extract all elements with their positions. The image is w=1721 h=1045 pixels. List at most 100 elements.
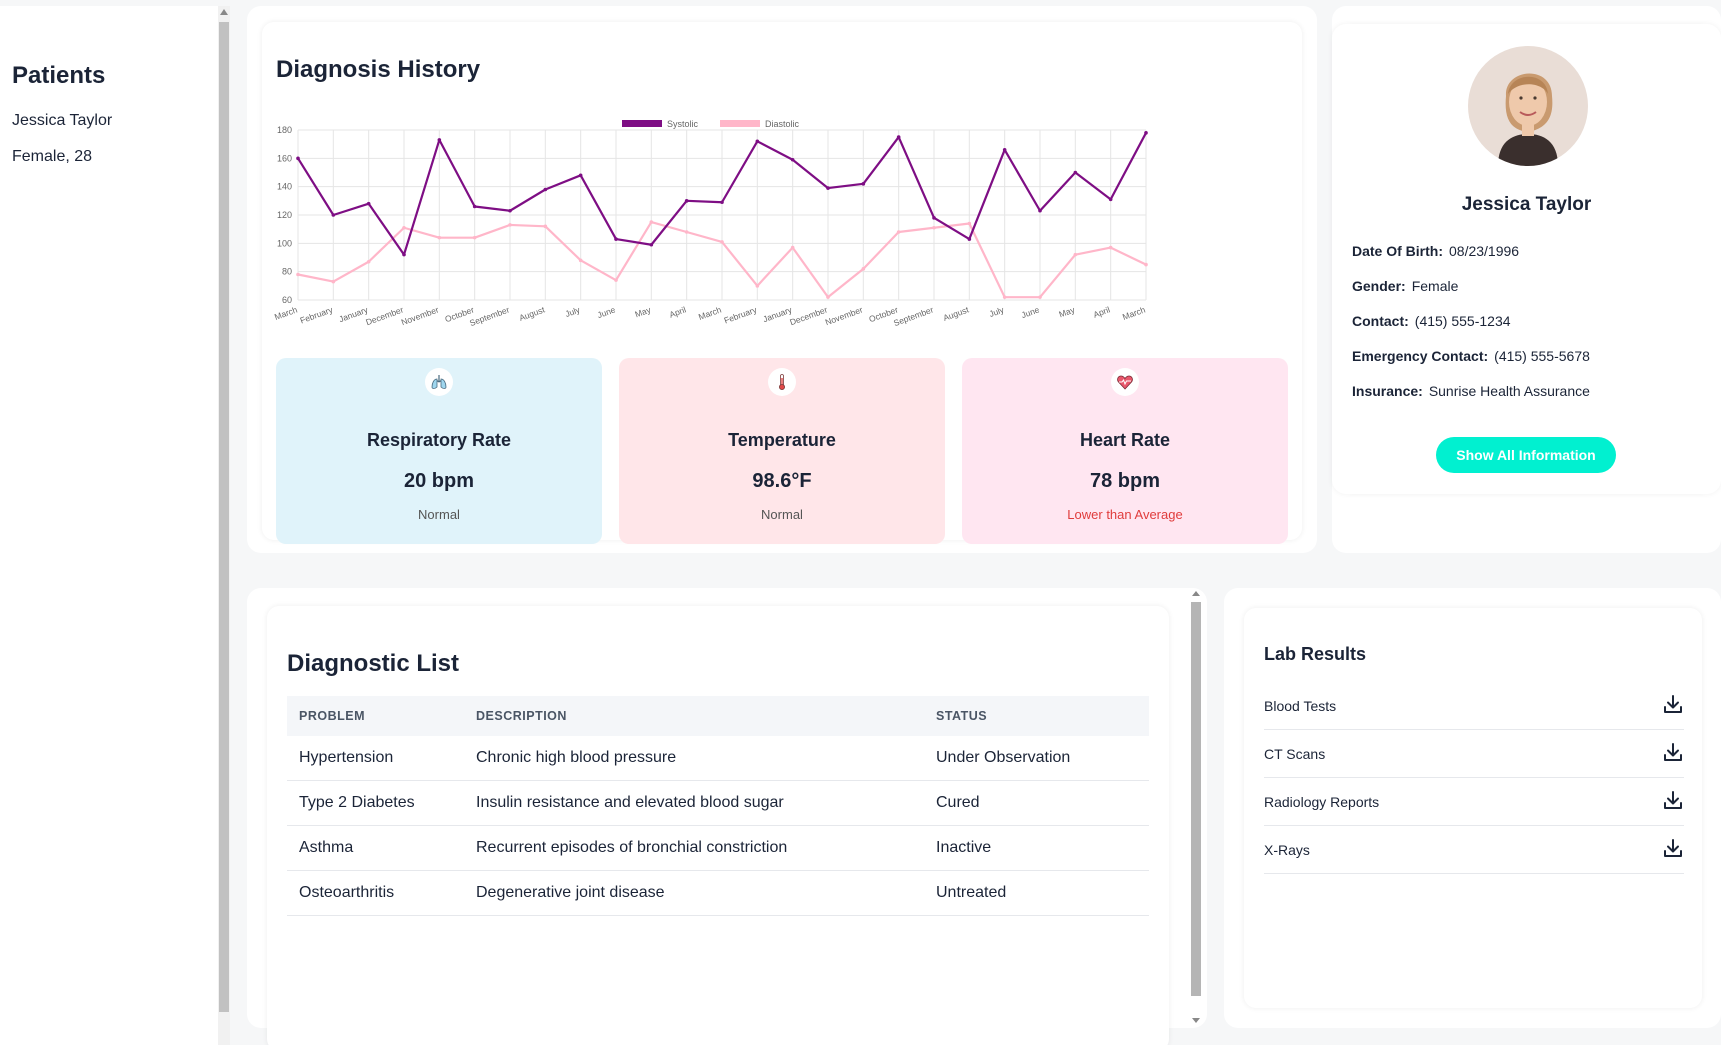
x-tick-label: November (400, 304, 440, 327)
profile-name: Jessica Taylor (1461, 194, 1592, 215)
data-point (472, 204, 477, 209)
data-point (755, 284, 760, 288)
data-point (296, 272, 300, 277)
y-tick-label: 100 (277, 238, 292, 248)
data-point (896, 135, 901, 139)
lab-results-title: Lab Results (1264, 644, 1367, 664)
cell-status: Untreated (936, 884, 1007, 901)
patient-profile-card: Jessica Taylor Date Of Birth: 08/23/1996 … (1332, 24, 1721, 494)
insurance-label: Insurance: (1352, 383, 1423, 399)
legend-label: Systolic (667, 119, 699, 129)
contact-value: (415) 555-1234 (1414, 313, 1511, 329)
emergency-label: Emergency Contact: (1352, 348, 1489, 364)
data-point (649, 242, 654, 247)
diagnosis-history-card: Diagnosis History 60 80 100 120 140 160 180 Mar… (262, 22, 1302, 544)
data-point (1038, 208, 1042, 213)
data-point (402, 225, 406, 230)
lab-result-item[interactable]: Radiology Reports (1264, 778, 1684, 826)
data-point (1108, 197, 1113, 202)
emergency-contact-row: Emergency Contact: (415) 555-5678 (1352, 348, 1590, 364)
cell-status: Under Observation (936, 749, 1071, 766)
data-point (508, 208, 512, 213)
cell-description: Insulin resistance and elevated blood su… (476, 794, 784, 811)
data-point (720, 240, 724, 244)
diagnostic-list-scrollbar[interactable] (1190, 588, 1202, 1028)
diagnostic-list-card: Diagnostic List PROBLEM DESCRIPTION STAT… (267, 606, 1169, 1045)
lab-result-label: Blood Tests (1264, 697, 1337, 714)
diagnostic-list-title: Diagnostic List (287, 650, 460, 677)
vital-status: Lower than Average (1067, 507, 1183, 522)
data-point (1002, 148, 1007, 152)
legend-label: Diastolic (765, 119, 800, 129)
y-tick-label: 140 (277, 182, 292, 192)
column-header-status: STATUS (936, 709, 988, 723)
patient-list-meta: Female, 28 (12, 148, 93, 165)
data-point (967, 221, 972, 226)
vital-status: Normal (761, 507, 803, 522)
scroll-up-arrow[interactable] (220, 9, 228, 15)
dob-value: 08/23/1996 (1449, 243, 1520, 259)
x-tick-label: August (518, 304, 547, 323)
y-tick-label: 160 (277, 153, 292, 163)
gender-label: Gender: (1352, 278, 1406, 294)
heart-rate-card: Heart Rate 78 bpm Lower than Average (962, 358, 1288, 544)
lab-result-item[interactable]: Blood Tests (1264, 682, 1684, 730)
emergency-value: (415) 555-5678 (1494, 348, 1590, 364)
cell-status: Inactive (936, 839, 992, 856)
scroll-down-arrow[interactable] (1192, 1018, 1200, 1023)
data-point (578, 173, 583, 178)
download-icon[interactable] (1662, 693, 1684, 718)
contact-row: Contact: (415) 555-1234 (1352, 313, 1511, 329)
download-icon[interactable] (1662, 789, 1684, 814)
vital-value: 98.6°F (752, 470, 812, 492)
data-point (649, 220, 654, 224)
x-tick-label: February (299, 304, 335, 325)
x-tick-label: June (596, 304, 617, 320)
data-point (614, 278, 618, 282)
data-point (790, 157, 795, 162)
x-tick-label: March (273, 304, 299, 322)
table-row: Asthma Recurrent episodes of bronchial c… (287, 826, 1149, 871)
data-point (1002, 295, 1007, 299)
y-tick-label: 180 (277, 125, 292, 135)
insurance-value: Sunrise Health Assurance (1428, 383, 1590, 399)
x-tick-label: May (1058, 304, 1077, 319)
download-icon[interactable] (1662, 741, 1684, 766)
scroll-thumb[interactable] (1191, 602, 1201, 996)
lab-result-item[interactable]: X-Rays (1264, 826, 1684, 874)
x-tick-label: February (723, 304, 759, 325)
download-icon[interactable] (1662, 837, 1684, 862)
patient-list-name[interactable]: Jessica Taylor (12, 112, 112, 130)
lab-result-label: CT Scans (1264, 745, 1326, 762)
data-point (932, 225, 936, 230)
vital-title: Temperature (728, 430, 836, 450)
show-all-information-button[interactable]: Show All Information (1436, 437, 1616, 473)
lab-result-item[interactable]: CT Scans (1264, 730, 1684, 778)
y-tick-label: 120 (277, 210, 292, 220)
lab-results-card: Lab Results Blood Tests CT Scans Radiolo… (1244, 608, 1702, 1008)
patients-sidebar: Patients Jessica Taylor Female, 28 (0, 6, 218, 1045)
lungs-icon (425, 368, 453, 396)
data-point (684, 199, 689, 203)
x-tick-label: July (988, 304, 1006, 319)
x-tick-label: August (942, 304, 971, 323)
avatar (1468, 46, 1588, 166)
legend-swatch (720, 120, 760, 127)
lab-result-label: X-Rays (1264, 841, 1310, 858)
vital-title: Heart Rate (1079, 430, 1171, 450)
data-point (755, 139, 760, 144)
history-title: Diagnosis History (276, 56, 481, 83)
data-point (296, 156, 300, 161)
scroll-thumb[interactable] (219, 22, 229, 1012)
sidebar-title: Patients (12, 62, 106, 89)
sidebar-scrollbar[interactable] (218, 6, 230, 1045)
y-tick-label: 60 (282, 295, 292, 305)
scroll-up-arrow[interactable] (1192, 591, 1200, 596)
data-point (331, 213, 336, 217)
table-row: Type 2 Diabetes Insulin resistance and e… (287, 781, 1149, 826)
data-point (720, 200, 724, 205)
vital-value: 20 bpm (403, 470, 475, 492)
gender-row: Gender: Female (1352, 278, 1458, 294)
data-point (472, 235, 477, 240)
vital-status: Normal (418, 507, 460, 522)
